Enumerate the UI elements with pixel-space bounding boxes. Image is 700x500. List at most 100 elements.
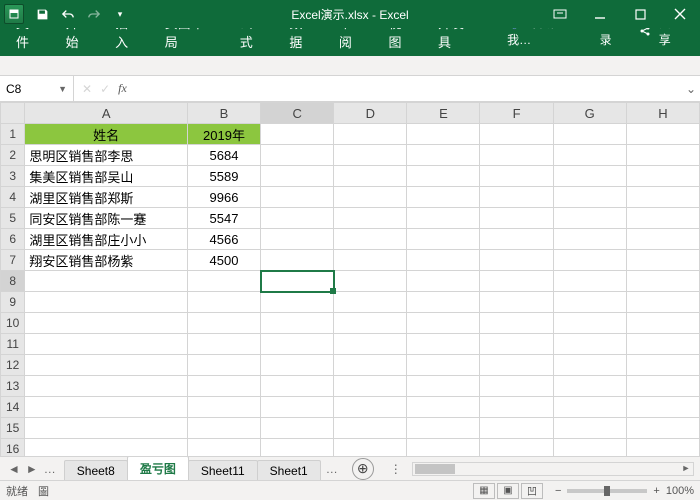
row-header-5[interactable]: 5 [1,208,25,229]
cell-A16[interactable] [25,439,188,457]
cell-H7[interactable] [626,250,699,271]
zoom-level[interactable]: 100% [666,485,694,497]
cell-B15[interactable] [187,418,260,439]
cell-G15[interactable] [553,418,626,439]
sheet-more-icon[interactable]: … [320,462,344,476]
zoom-slider[interactable] [567,489,647,493]
cell-E16[interactable] [407,439,480,457]
close-icon[interactable] [660,0,700,28]
tab-scroll-right-icon[interactable]: ► [24,462,40,476]
cell-H11[interactable] [626,334,699,355]
maximize-icon[interactable] [620,0,660,28]
row-header-13[interactable]: 13 [1,376,25,397]
cell-F12[interactable] [480,355,553,376]
cell-A8[interactable] [25,271,188,292]
row-header-2[interactable]: 2 [1,145,25,166]
row-header-8[interactable]: 8 [1,271,25,292]
fx-icon[interactable]: fx [118,81,127,96]
cell-A14[interactable] [25,397,188,418]
column-header-G[interactable]: G [553,103,626,124]
cell-C13[interactable] [261,376,334,397]
cell-E4[interactable] [407,187,480,208]
cell-F14[interactable] [480,397,553,418]
row-header-7[interactable]: 7 [1,250,25,271]
cell-E15[interactable] [407,418,480,439]
cell-D11[interactable] [334,334,407,355]
cell-G5[interactable] [553,208,626,229]
cell-B13[interactable] [187,376,260,397]
cell-H3[interactable] [626,166,699,187]
cell-F13[interactable] [480,376,553,397]
cell-E5[interactable] [407,208,480,229]
cell-F10[interactable] [480,313,553,334]
cell-E2[interactable] [407,145,480,166]
cell-H6[interactable] [626,229,699,250]
app-menu-button[interactable] [4,4,24,24]
cell-B8[interactable] [187,271,260,292]
chevron-down-icon[interactable]: ▼ [58,84,67,94]
cell-D15[interactable] [334,418,407,439]
cell-B12[interactable] [187,355,260,376]
tab-split-handle[interactable]: ⋮ [390,462,406,476]
sheet-tab-Sheet8[interactable]: Sheet8 [64,460,128,480]
cell-H1[interactable] [626,124,699,145]
add-sheet-button[interactable]: ⊕ [352,458,374,480]
zoom-in-button[interactable]: + [653,485,659,497]
name-box[interactable]: C8 ▼ [0,76,74,101]
cell-B5[interactable]: 5547 [187,208,260,229]
cell-A13[interactable] [25,376,188,397]
cell-C5[interactable] [261,208,334,229]
cell-F6[interactable] [480,229,553,250]
view-page-layout-icon[interactable]: ▣ [497,483,519,499]
column-header-E[interactable]: E [407,103,480,124]
cell-B11[interactable] [187,334,260,355]
cell-D2[interactable] [334,145,407,166]
sheet-tab-Sheet11[interactable]: Sheet11 [188,460,258,480]
cell-G3[interactable] [553,166,626,187]
sheet-tab-盈亏图[interactable]: 盈亏图 [127,456,189,480]
cell-D12[interactable] [334,355,407,376]
cell-G9[interactable] [553,292,626,313]
cell-H15[interactable] [626,418,699,439]
cell-B2[interactable]: 5684 [187,145,260,166]
tab-list-ellipsis[interactable]: … [42,462,58,476]
zoom-slider-thumb[interactable] [604,486,610,496]
cell-H2[interactable] [626,145,699,166]
cell-G6[interactable] [553,229,626,250]
row-header-3[interactable]: 3 [1,166,25,187]
select-all-corner[interactable] [1,103,25,124]
cell-F4[interactable] [480,187,553,208]
view-normal-icon[interactable]: ▦ [473,483,495,499]
cell-A3[interactable]: 集美区销售部吴山 [25,166,188,187]
cell-B14[interactable] [187,397,260,418]
row-header-15[interactable]: 15 [1,418,25,439]
cell-A5[interactable]: 同安区销售部陈一蹇 [25,208,188,229]
cell-D16[interactable] [334,439,407,457]
cell-E13[interactable] [407,376,480,397]
cell-A4[interactable]: 湖里区销售部郑斯 [25,187,188,208]
cell-F5[interactable] [480,208,553,229]
ribbon-options-icon[interactable] [540,0,580,28]
cell-D7[interactable] [334,250,407,271]
cell-A10[interactable] [25,313,188,334]
cell-G11[interactable] [553,334,626,355]
cell-A11[interactable] [25,334,188,355]
horizontal-scrollbar[interactable]: ◄ ► [412,462,694,476]
macro-record-icon[interactable]: 圖 [38,483,49,499]
cell-D9[interactable] [334,292,407,313]
cell-A15[interactable] [25,418,188,439]
row-header-4[interactable]: 4 [1,187,25,208]
cell-E9[interactable] [407,292,480,313]
cell-E12[interactable] [407,355,480,376]
enter-formula-icon[interactable]: ✓ [100,82,110,96]
cell-A9[interactable] [25,292,188,313]
undo-icon[interactable] [58,4,78,24]
cell-D1[interactable] [334,124,407,145]
cell-E7[interactable] [407,250,480,271]
cell-B16[interactable] [187,439,260,457]
cell-B1[interactable]: 2019年 [187,124,260,145]
cell-B9[interactable] [187,292,260,313]
cell-G16[interactable] [553,439,626,457]
cell-B10[interactable] [187,313,260,334]
qat-customize-icon[interactable]: ▾ [110,4,130,24]
